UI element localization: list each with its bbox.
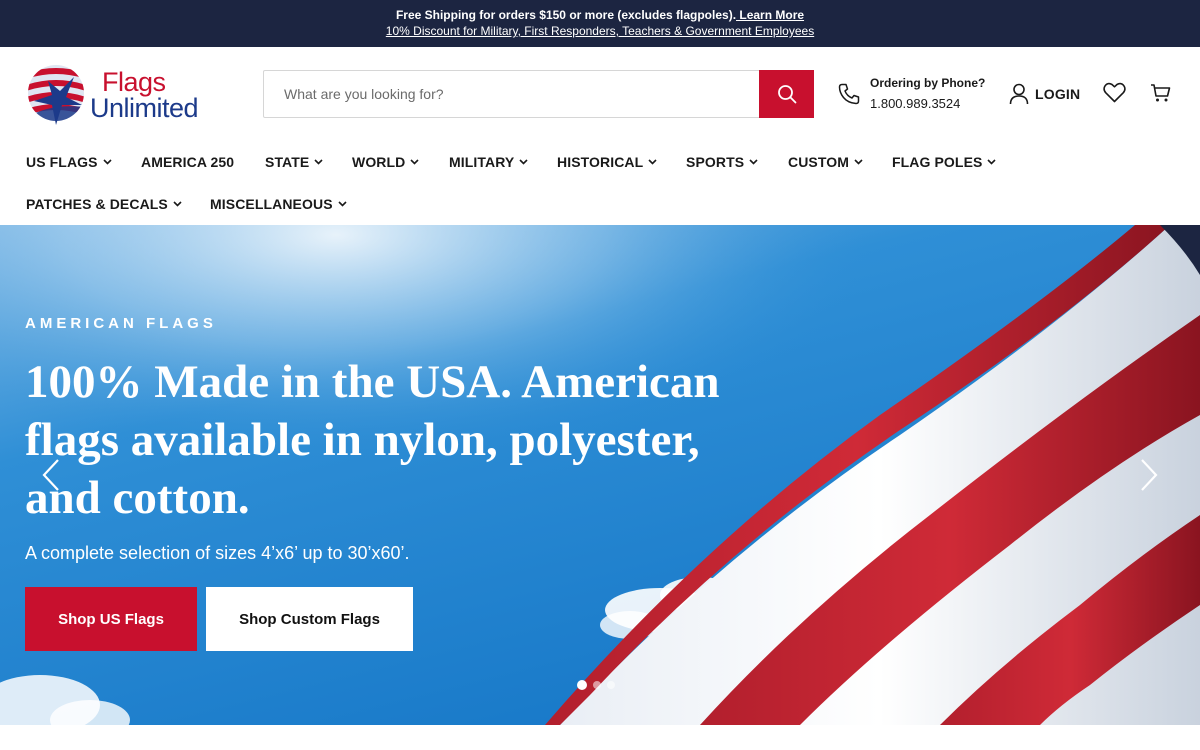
discount-link[interactable]: 10% Discount for Military, First Respond… [386, 24, 814, 38]
announcement-bar: Free Shipping for orders $150 or more (e… [0, 0, 1200, 47]
discount-notice: 10% Discount for Military, First Respond… [0, 24, 1200, 38]
chevron-down-icon [854, 159, 863, 165]
login-link[interactable]: LOGIN [1009, 82, 1080, 106]
chevron-right-icon [1141, 459, 1158, 491]
phone-icon [838, 83, 860, 105]
slider-next-button[interactable] [1138, 458, 1160, 497]
cart-button[interactable] [1150, 83, 1171, 108]
nav-item-historical[interactable]: HISTORICAL [557, 154, 657, 170]
chevron-down-icon [338, 201, 347, 207]
nav-item-sports[interactable]: SPORTS [686, 154, 758, 170]
hero-headline: 100% Made in the USA. American flags ava… [25, 356, 720, 524]
site-logo[interactable]: Flags Unlimited [26, 59, 226, 129]
hero-slider: AMERICAN FLAGS 100% Made in the USA. Ame… [0, 225, 1200, 725]
hero-subtext: A complete selection of sizes 4’x6’ up t… [25, 543, 410, 563]
nav-item-label: STATE [265, 154, 310, 170]
chevron-down-icon [410, 159, 419, 165]
search-input[interactable] [264, 71, 760, 117]
chevron-down-icon [314, 159, 323, 165]
nav-item-state[interactable]: STATE [265, 154, 323, 170]
nav-item-label: AMERICA 250 [141, 154, 235, 170]
nav-item-label: MILITARY [449, 154, 515, 170]
chevron-left-icon [42, 459, 59, 491]
site-header: Flags Unlimited Ordering by Phone? 1.800… [0, 47, 1200, 141]
shipping-text: Free Shipping for orders $150 or more (e… [395, 8, 737, 22]
chevron-down-icon [519, 159, 528, 165]
nav-item-military[interactable]: MILITARY [449, 154, 528, 170]
chevron-down-icon [648, 159, 657, 165]
logo-word-unlimited: Unlimited [90, 93, 199, 123]
heart-icon [1103, 82, 1126, 103]
nav-item-miscellaneous[interactable]: MISCELLANEOUS [210, 196, 347, 212]
slider-dots [577, 680, 615, 690]
nav-item-world[interactable]: WORLD [352, 154, 419, 170]
phone-number[interactable]: 1.800.989.3524 [870, 96, 960, 111]
logo-word-flags: Flags [102, 67, 166, 97]
nav-item-custom[interactable]: CUSTOM [788, 154, 863, 170]
wishlist-button[interactable] [1103, 82, 1126, 108]
logo-emblem [28, 65, 84, 125]
nav-item-flag-poles[interactable]: FLAG POLES [892, 154, 997, 170]
slider-prev-button[interactable] [40, 458, 62, 497]
shipping-notice: Free Shipping for orders $150 or more (e… [0, 8, 1200, 22]
nav-item-label: WORLD [352, 154, 406, 170]
nav-item-america-250[interactable]: AMERICA 250 [141, 154, 234, 170]
slider-dot-2[interactable] [593, 681, 601, 689]
phone-label: Ordering by Phone? [870, 76, 986, 90]
main-nav: US FLAGS AMERICA 250 STATE WORLD MILITAR… [0, 141, 1200, 225]
cart-icon [1151, 84, 1171, 102]
shop-custom-flags-button[interactable]: Shop Custom Flags [206, 587, 413, 651]
search-button[interactable] [759, 70, 814, 118]
nav-item-label: HISTORICAL [557, 154, 644, 170]
nav-item-label: US FLAGS [26, 154, 98, 170]
learn-more-link[interactable]: Learn More [736, 8, 804, 22]
nav-item-patches-decals[interactable]: PATCHES & DECALS [26, 196, 182, 212]
user-icon [1009, 83, 1029, 105]
chevron-down-icon [987, 159, 997, 165]
nav-item-label: FLAG POLES [892, 154, 983, 170]
slider-dot-1[interactable] [577, 680, 587, 690]
nav-item-us-flags[interactable]: US FLAGS [26, 154, 112, 170]
slider-dot-3[interactable] [607, 681, 615, 689]
nav-item-label: SPORTS [686, 154, 745, 170]
hero-eyebrow: AMERICAN FLAGS [25, 315, 217, 332]
nav-item-label: CUSTOM [788, 154, 850, 170]
chevron-down-icon [103, 159, 112, 165]
login-label: LOGIN [1035, 86, 1081, 102]
shop-us-flags-button[interactable]: Shop US Flags [25, 587, 197, 651]
chevron-down-icon [173, 201, 182, 207]
phone-contact[interactable]: Ordering by Phone? 1.800.989.3524 [837, 74, 997, 114]
nav-item-label: PATCHES & DECALS [26, 196, 168, 212]
chevron-down-icon [749, 159, 758, 165]
nav-item-label: MISCELLANEOUS [210, 196, 333, 212]
search-icon [777, 85, 796, 104]
search-bar [263, 70, 814, 118]
